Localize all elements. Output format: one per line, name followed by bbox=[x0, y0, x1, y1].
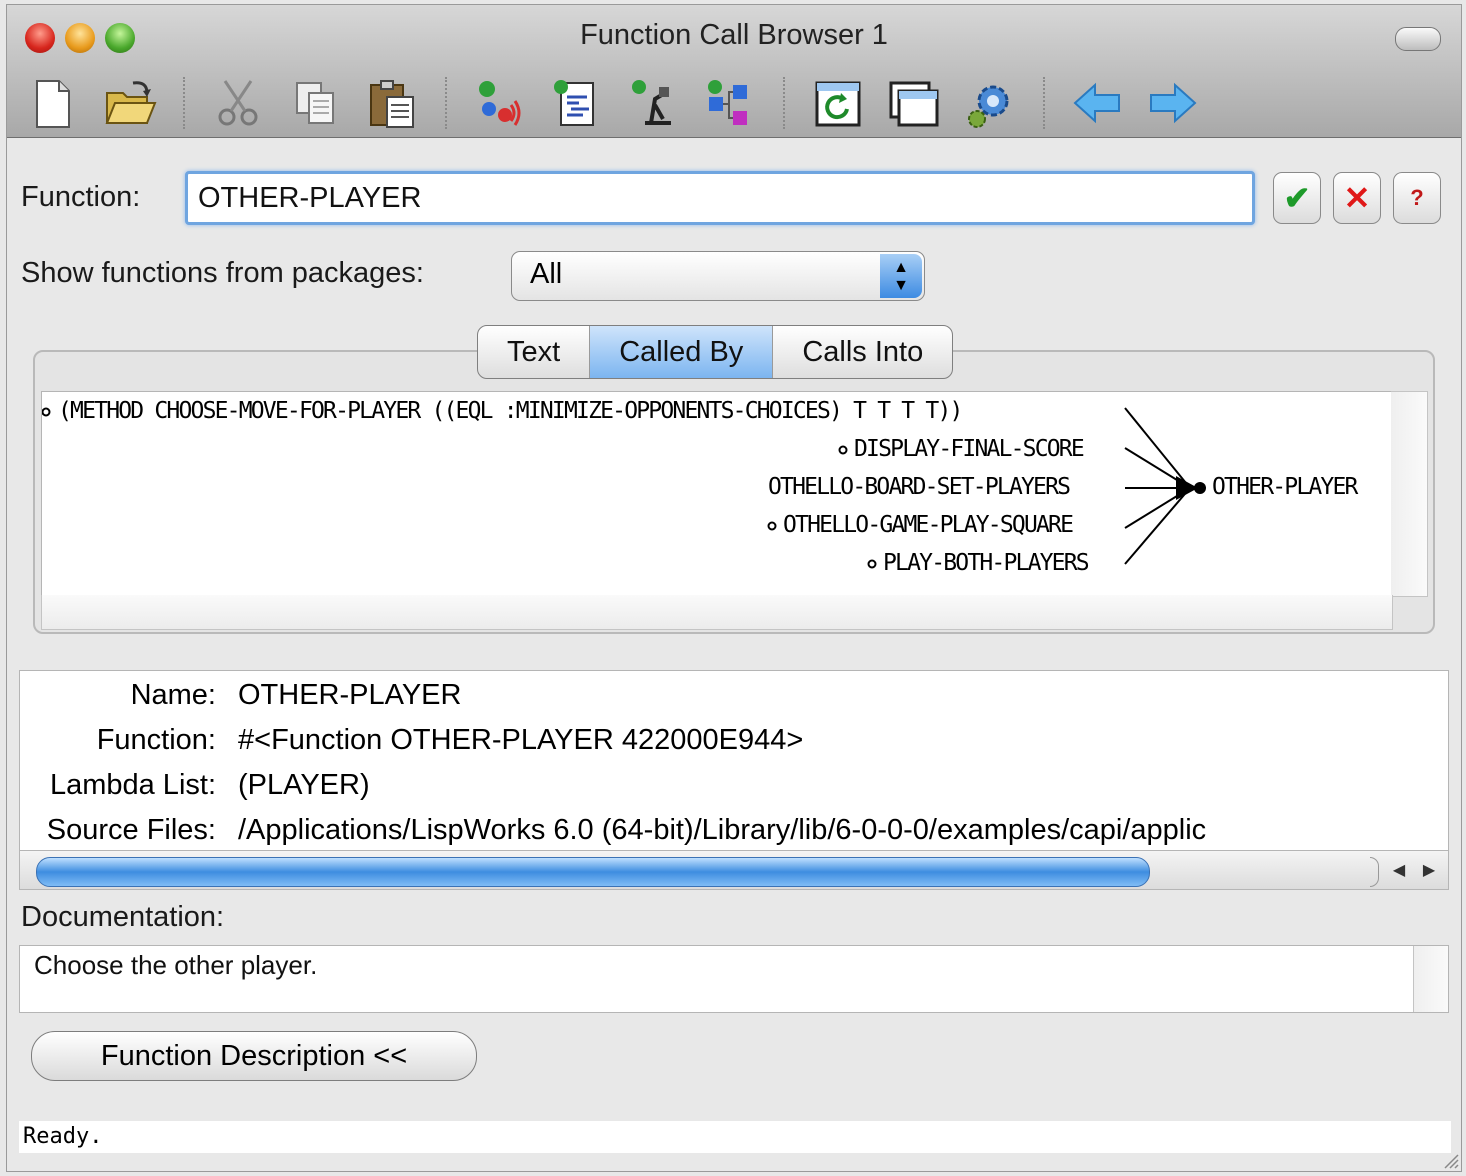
copy-icon[interactable] bbox=[289, 75, 343, 131]
function-call-browser-window: Function Call Browser 1 Function: OTHER-… bbox=[6, 4, 1462, 1172]
title-toolbar: Function Call Browser 1 bbox=[7, 5, 1461, 138]
caller-node-othello-board-set-players[interactable]: OTHELLO-BOARD-SET-PLAYERS bbox=[768, 474, 1071, 500]
documentation-scrollbar[interactable] bbox=[1413, 946, 1448, 1012]
window-title: Function Call Browser 1 bbox=[580, 19, 888, 51]
packages-label: Show functions from packages: bbox=[21, 257, 424, 289]
documentation-box[interactable]: Choose the other player. bbox=[19, 945, 1449, 1013]
function-description-toggle-button[interactable]: Function Description << bbox=[31, 1031, 477, 1081]
tab-called-by[interactable]: Called By bbox=[590, 326, 774, 378]
graph-horizontal-scrollbar[interactable] bbox=[41, 595, 1393, 630]
caller-node-display-final-score[interactable]: DISPLAY-FINAL-SCORE bbox=[854, 436, 1085, 462]
info-source-files-value[interactable]: /Applications/LispWorks 6.0 (64-bit)/Lib… bbox=[238, 814, 1206, 847]
scroll-left-arrow-icon[interactable]: ◀ bbox=[1386, 857, 1412, 885]
info-lambda-list-value: (PLAYER) bbox=[238, 769, 370, 801]
function-label: Function: bbox=[21, 181, 141, 213]
documentation-text: Choose the other player. bbox=[34, 950, 318, 980]
checkmark-icon: ✔ bbox=[1283, 180, 1311, 216]
help-icon: ? bbox=[1410, 185, 1424, 210]
paste-icon[interactable] bbox=[365, 75, 419, 131]
edit-source-icon[interactable] bbox=[549, 75, 603, 131]
caller-node-play-both-players[interactable]: PLAY-BOTH-PLAYERS bbox=[883, 550, 1090, 576]
callers-icon[interactable] bbox=[471, 75, 525, 131]
open-file-icon[interactable] bbox=[103, 75, 157, 131]
target-node-other-player[interactable]: OTHER-PLAYER bbox=[1212, 474, 1358, 500]
view-tabs: Text Called By Calls Into bbox=[477, 325, 954, 379]
info-function-value: #<Function OTHER-PLAYER 422000E944> bbox=[238, 724, 804, 756]
browse-class-icon[interactable] bbox=[701, 75, 755, 131]
info-lambda-list-label: Lambda List: bbox=[49, 769, 216, 801]
caller-node-choose-move[interactable]: (METHOD CHOOSE-MOVE-FOR-PLAYER ((EQL :MI… bbox=[58, 398, 963, 424]
scrollbar-thumb[interactable] bbox=[36, 857, 1150, 887]
back-arrow-icon[interactable] bbox=[1071, 75, 1125, 131]
packages-selected-value: All bbox=[530, 258, 563, 290]
help-button[interactable]: ? bbox=[1393, 172, 1441, 224]
confirm-button[interactable]: ✔ bbox=[1273, 172, 1321, 224]
documentation-label: Documentation: bbox=[21, 901, 225, 933]
resize-grip-icon[interactable] bbox=[1441, 1151, 1459, 1169]
new-window-icon[interactable] bbox=[887, 75, 941, 131]
forward-arrow-icon[interactable] bbox=[1145, 75, 1199, 131]
refresh-icon[interactable] bbox=[811, 75, 865, 131]
tab-text[interactable]: Text bbox=[478, 326, 591, 378]
preferences-gear-icon[interactable] bbox=[963, 75, 1017, 131]
info-horizontal-scrollbar[interactable]: ◀ ▶ bbox=[19, 850, 1449, 890]
cancel-button[interactable]: ✕ bbox=[1333, 172, 1381, 224]
cut-icon[interactable] bbox=[211, 75, 265, 131]
caller-node-othello-game-play-square[interactable]: OTHELLO-GAME-PLAY-SQUARE bbox=[783, 512, 1074, 538]
scroll-right-arrow-icon[interactable]: ▶ bbox=[1416, 857, 1442, 885]
info-source-files-label: Source Files: bbox=[46, 814, 216, 846]
x-icon: ✕ bbox=[1343, 180, 1371, 216]
inspect-icon[interactable] bbox=[625, 75, 679, 131]
tab-calls-into[interactable]: Calls Into bbox=[773, 326, 952, 378]
graph-vertical-scrollbar[interactable] bbox=[1391, 391, 1428, 597]
info-name-label: Name: bbox=[130, 679, 216, 711]
packages-select[interactable]: All ▲ ▼ bbox=[511, 251, 925, 301]
info-name-value: OTHER-PLAYER bbox=[238, 679, 462, 711]
scrollbar-track-end bbox=[1370, 857, 1379, 887]
new-file-icon[interactable] bbox=[25, 75, 79, 131]
info-function-label: Function: bbox=[96, 724, 216, 756]
select-arrows-icon: ▲ ▼ bbox=[880, 254, 922, 298]
function-input[interactable]: OTHER-PLAYER bbox=[185, 171, 1255, 225]
status-bar: Ready. bbox=[19, 1121, 1451, 1153]
call-graph[interactable]: (METHOD CHOOSE-MOVE-FOR-PLAYER ((EQL :MI… bbox=[41, 391, 1393, 597]
toolbar-toggle-button[interactable] bbox=[1395, 27, 1441, 51]
